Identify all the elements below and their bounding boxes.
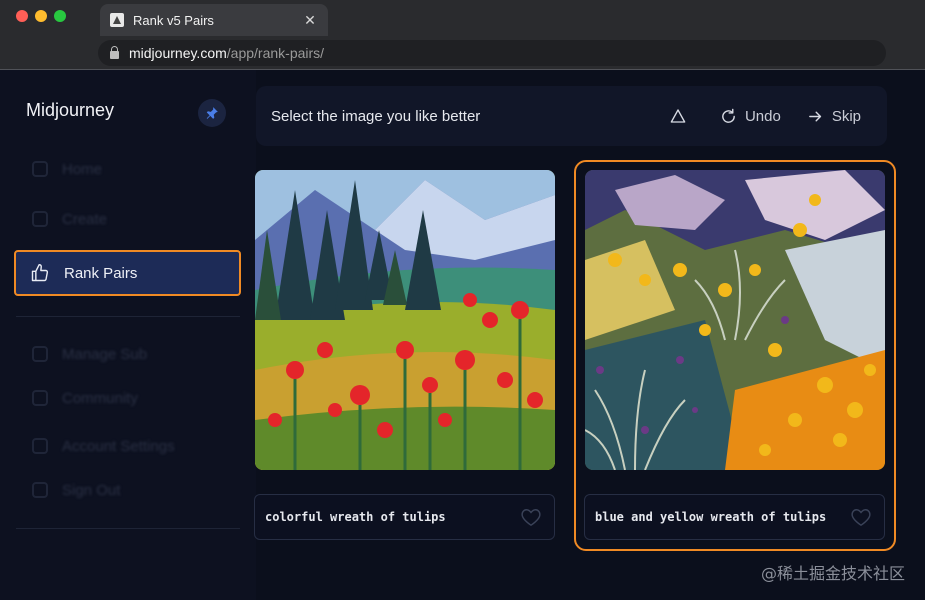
skip-label: Skip — [831, 107, 861, 125]
card-icon — [32, 346, 48, 362]
tab-close-icon[interactable]: ✕ — [302, 12, 318, 29]
pin-icon — [206, 107, 218, 119]
sidebar-item-create[interactable]: Create — [16, 198, 240, 240]
undo-icon — [722, 108, 735, 123]
minimize-window-button[interactable] — [35, 10, 47, 22]
users-icon — [32, 390, 48, 406]
sidebar-item-label: Create — [62, 210, 108, 228]
undo-label: Undo — [744, 107, 781, 125]
sidebar-item-label: Sign Out — [62, 481, 121, 499]
brand-logo-text: Midjourney — [26, 100, 115, 120]
skip-button[interactable]: Skip — [807, 108, 861, 125]
image-caption-left: colorful wreath of tulips — [254, 494, 555, 540]
zoom-window-button[interactable] — [54, 10, 66, 22]
sidebar: Midjourney Home Create Rank Pairs Manage… — [0, 70, 256, 600]
sidebar-item-rank-pairs[interactable]: Rank Pairs — [14, 250, 241, 296]
image-option-left[interactable] — [255, 170, 555, 470]
address-bar[interactable]: midjourney.com/app/rank-pairs/ — [98, 40, 886, 66]
sidebar-item-label: Manage Sub — [62, 345, 148, 363]
browser-tab[interactable]: Rank v5 Pairs ✕ — [100, 4, 328, 36]
sidebar-item-home[interactable]: Home — [16, 148, 240, 190]
settings-icon — [32, 438, 48, 454]
sidebar-divider — [16, 528, 240, 529]
heart-icon[interactable] — [520, 507, 542, 527]
selected-choice-highlight — [574, 160, 896, 551]
arrow-right-icon — [808, 111, 821, 121]
warning-icon — [670, 109, 686, 123]
home-icon — [32, 161, 48, 177]
url-domain: midjourney.com — [129, 45, 227, 61]
pin-sidebar-button[interactable] — [198, 99, 226, 127]
caption-text: colorful wreath of tulips — [265, 510, 446, 524]
signout-icon — [32, 482, 48, 498]
sidebar-item-label: Community — [62, 389, 138, 407]
tab-title: Rank v5 Pairs — [133, 12, 214, 28]
image-caption-right: blue and yellow wreath of tulips — [584, 494, 885, 540]
create-icon — [32, 211, 48, 227]
meadow-painting-image — [255, 170, 555, 470]
heart-icon[interactable] — [850, 507, 872, 527]
report-button[interactable] — [670, 108, 694, 124]
sidebar-item-label: Home — [62, 160, 103, 178]
sidebar-divider — [16, 316, 240, 317]
page-prompt: Select the image you like better — [271, 107, 481, 125]
close-window-button[interactable] — [16, 10, 28, 22]
thumbs-up-icon — [31, 263, 49, 282]
undo-button[interactable]: Undo — [720, 108, 781, 125]
sidebar-item-manage-sub[interactable]: Manage Sub — [16, 333, 240, 375]
sidebar-item-label: Account Settings — [62, 437, 175, 455]
sidebar-item-label: Rank Pairs — [64, 264, 138, 282]
caption-text: blue and yellow wreath of tulips — [595, 510, 827, 524]
browser-chrome: Rank v5 Pairs ✕ midjourney.com/app/rank-… — [0, 0, 925, 70]
watermark: @稀土掘金技术社区 — [760, 564, 905, 583]
lock-icon — [110, 45, 119, 59]
url-path: /app/rank-pairs/ — [226, 45, 325, 61]
favicon-icon — [110, 13, 124, 27]
rank-toolbar: Select the image you like better Undo Sk… — [256, 86, 887, 146]
sidebar-item-account-settings[interactable]: Account Settings — [16, 425, 240, 467]
sidebar-item-sign-out[interactable]: Sign Out — [16, 469, 240, 511]
sidebar-item-community[interactable]: Community — [16, 377, 240, 419]
